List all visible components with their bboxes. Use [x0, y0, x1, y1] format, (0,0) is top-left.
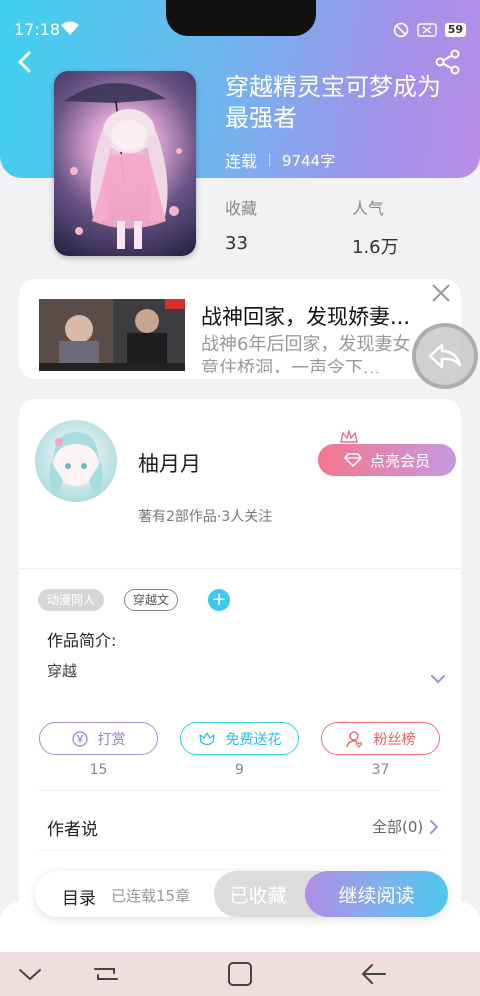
camera-notch: [166, 0, 316, 36]
do-not-disturb-icon: [393, 22, 408, 38]
divider: [39, 850, 441, 851]
vip-button[interactable]: 点亮会员: [318, 444, 456, 476]
crown-icon: [340, 430, 358, 443]
recent-apps-icon[interactable]: [92, 960, 120, 988]
back-arrow-icon[interactable]: [14, 50, 38, 74]
user-heart-icon: [345, 730, 362, 748]
word-count: 9744字: [282, 151, 336, 170]
send-flower-button[interactable]: 免费送花: [180, 722, 299, 755]
nav-back-icon[interactable]: [360, 960, 388, 988]
add-tag-button[interactable]: +: [208, 589, 230, 611]
ad-image: [39, 299, 185, 371]
wifi-icon: [61, 21, 79, 35]
intro-label: 作品简介:: [47, 631, 117, 650]
stat-favorites: 收藏 33: [225, 195, 257, 254]
sim-off-icon: [416, 23, 437, 37]
author-name: 柚月月: [138, 452, 201, 476]
tip-label: 打赏: [97, 731, 126, 748]
cover-illustration: [64, 82, 182, 249]
avatar[interactable]: [35, 420, 117, 502]
stat-label: 人气: [352, 199, 385, 218]
all-label: 全部(0): [372, 818, 424, 836]
floating-back-button[interactable]: [412, 323, 478, 389]
divider: [19, 568, 461, 569]
tip-count: 15: [89, 762, 108, 778]
home-icon[interactable]: [226, 960, 254, 988]
book-title: 穿越精灵宝可梦成为最强者: [225, 73, 441, 132]
intro-text: 穿越: [47, 662, 78, 680]
hide-nav-icon[interactable]: [16, 960, 44, 988]
tip-button[interactable]: 打赏: [39, 722, 158, 755]
author-says-all-link[interactable]: 全部(0): [372, 816, 439, 837]
battery-level: 59: [444, 23, 466, 37]
book-cover[interactable]: [54, 71, 196, 256]
continue-label: 继续阅读: [338, 884, 415, 907]
ad-title: 战神回家，发现娇妻...: [201, 305, 411, 329]
stat-value: 1.6万: [352, 237, 399, 258]
diamond-icon: [343, 453, 362, 467]
status-icons: 59: [393, 22, 466, 38]
fans-ranking-button[interactable]: 粉丝榜: [321, 722, 440, 755]
book-status: 连载: [225, 152, 258, 171]
close-icon[interactable]: [430, 282, 452, 304]
book-meta: 连载 9744字: [225, 148, 335, 172]
author-says-label: 作者说: [47, 820, 98, 840]
plus-icon: +: [211, 589, 227, 610]
continue-reading-button[interactable]: 继续阅读: [305, 871, 448, 917]
fans-label: 粉丝榜: [373, 731, 416, 748]
flower-icon: [198, 731, 215, 745]
status-bar: 17:18 59: [0, 0, 480, 39]
stat-value: 33: [225, 233, 248, 254]
divider: [39, 790, 441, 791]
tag-item[interactable]: 动漫同人: [38, 589, 105, 611]
ad-banner[interactable]: 战神回家，发现娇妻... 战神6年后回家，发现妻女竟住桥洞，一声令下...: [19, 279, 461, 379]
chapter-progress: 已连载15章: [111, 887, 191, 905]
flower-count: 9: [235, 762, 244, 778]
author-stats: 著有2部作品·3人关注: [138, 509, 273, 525]
stat-popularity: 人气 1.6万: [352, 195, 399, 259]
meta-separator: [269, 153, 271, 167]
ad-description: 战神6年后回家，发现妻女竟住桥洞，一声令下...: [201, 334, 411, 373]
status-time: 17:18: [14, 20, 61, 39]
reply-arrow-icon: [428, 343, 462, 369]
tag-item[interactable]: 穿越文: [124, 589, 179, 611]
vip-label: 点亮会员: [369, 451, 430, 470]
collected-label: 已收藏: [229, 884, 287, 907]
chevron-down-icon[interactable]: [430, 673, 446, 685]
toc-button[interactable]: 目录: [62, 884, 96, 909]
yen-coin-icon: [71, 730, 88, 747]
fans-count: 37: [371, 762, 390, 778]
flower-label: 免费送花: [225, 731, 282, 748]
chevron-right-icon: [430, 819, 439, 834]
stat-label: 收藏: [225, 199, 258, 218]
